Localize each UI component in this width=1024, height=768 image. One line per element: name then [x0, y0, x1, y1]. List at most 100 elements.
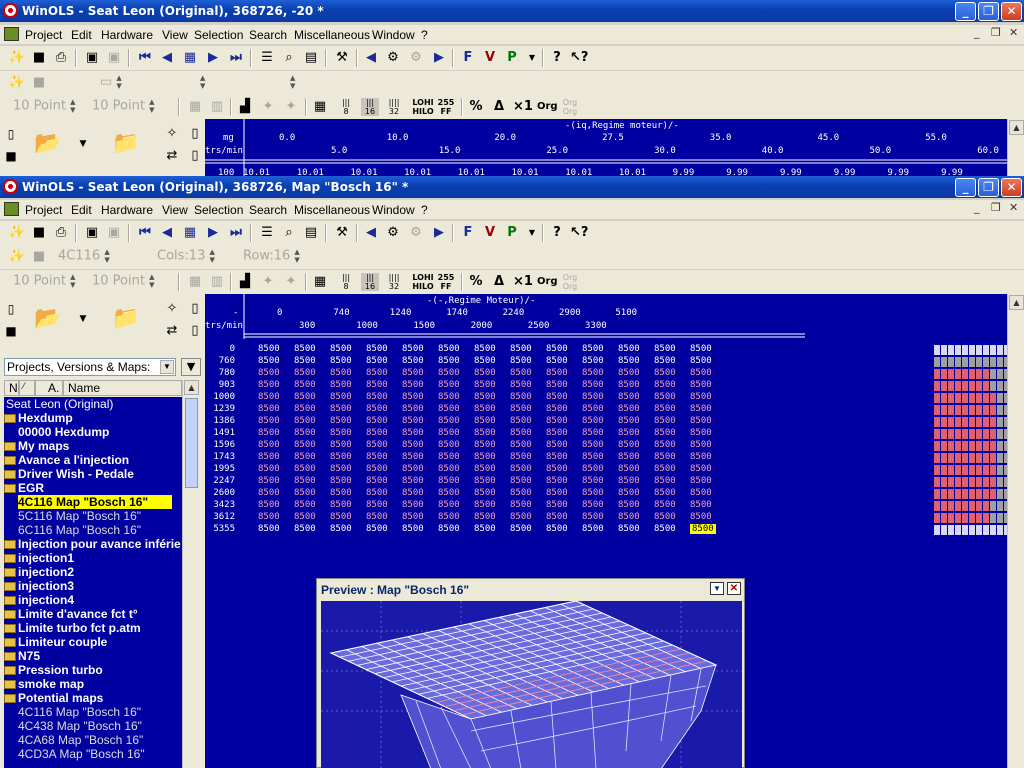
bits-8-icon-2[interactable]: ||| 8 [337, 273, 355, 291]
graph-tool2-icon[interactable]: ✦ [282, 98, 300, 116]
view-text-icon-2[interactable]: ▥ [208, 273, 226, 291]
doc-view-icon[interactable]: ▤ [302, 49, 320, 67]
mdi-restore-icon-2[interactable]: ❐ [991, 201, 1001, 214]
import-icon[interactable]: ⚙ [384, 49, 402, 67]
window1-minimize-button[interactable]: _ [955, 2, 976, 21]
paste-window-icon[interactable]: ▣ [105, 49, 123, 67]
map-scroll-up-icon[interactable]: ▲ [1009, 295, 1024, 310]
menu-search-2[interactable]: Search [249, 203, 287, 217]
preview-close-icon[interactable]: ✕ [727, 582, 741, 595]
mdi-minimize-icon[interactable]: _ [974, 26, 980, 39]
checksum-icon-2[interactable]: ▯ [186, 300, 204, 318]
p-dropdown-icon-2[interactable]: ▼ [523, 224, 541, 242]
tree-item[interactable]: 4C116 Map "Bosch 16" [18, 495, 173, 509]
menu-help[interactable]: ? [421, 28, 428, 42]
new-icon-2[interactable]: ▯ [2, 300, 20, 318]
graph-3d-icon-2[interactable]: ▟ [236, 273, 254, 291]
help-icon-2[interactable]: ? [548, 224, 566, 242]
view-text-icon[interactable]: ▥ [208, 98, 226, 116]
last-icon-2[interactable]: ⏭ [227, 224, 245, 242]
filter-dropdown-icon[interactable]: ▼ [181, 358, 201, 376]
compare-icon[interactable]: ⇄ [163, 147, 181, 165]
column-sort-icon[interactable]: ⁄ [19, 380, 35, 396]
p-dropdown-icon[interactable]: ▼ [523, 49, 541, 67]
tree-item[interactable]: smoke map [4, 677, 84, 691]
tree-scrollbar[interactable]: ▲ [182, 380, 199, 768]
bits-16-icon[interactable]: ||| 16 [361, 98, 379, 116]
window2-titlebar[interactable]: WinOLS - Seat Leon (Original), 368726, M… [0, 176, 1024, 198]
p-icon[interactable]: P [503, 49, 521, 67]
menu-miscellaneous[interactable]: Miscellaneous [294, 28, 370, 42]
tree-item[interactable]: injection4 [4, 593, 74, 607]
column-a[interactable]: A. [35, 380, 63, 396]
chip-icon-2[interactable]: ■ [30, 224, 48, 242]
menu-project-2[interactable]: Project [25, 203, 62, 217]
tree-item[interactable]: 4CA68 Map "Bosch 16" [18, 733, 143, 747]
menu-window-2[interactable]: Window [372, 203, 415, 217]
column-n[interactable]: N [4, 380, 19, 396]
mdi-minimize-icon-2[interactable]: _ [974, 201, 980, 214]
menu-view-2[interactable]: View [162, 203, 188, 217]
org-icon[interactable]: Org [537, 98, 558, 116]
tree-item[interactable]: N75 [4, 649, 40, 663]
menu-project[interactable]: Project [25, 28, 62, 42]
v-icon[interactable]: V [481, 49, 499, 67]
tree-item[interactable]: Driver Wish - Pedale [4, 467, 134, 481]
compare-icon-3[interactable]: ⇄ [163, 322, 181, 340]
next-icon-2[interactable]: ▶ [204, 224, 222, 242]
tree-item[interactable]: Hexdump [4, 411, 73, 425]
tree-item[interactable]: Limite d'avance fct t° [4, 607, 138, 621]
wizard-icon[interactable]: ✨ [8, 49, 26, 67]
lohi-icon-2[interactable]: LOHI HILO [412, 273, 434, 291]
menu-search[interactable]: Search [249, 28, 287, 42]
doc-view-icon-2[interactable]: ▤ [302, 224, 320, 242]
print-icon-2[interactable]: ⎙ [52, 224, 70, 242]
forward-icon-2[interactable]: ▶ [430, 224, 448, 242]
window1-scrollbar[interactable]: ▲ [1007, 119, 1024, 176]
project-folder-icon[interactable]: 📁 [112, 129, 139, 159]
tree-item[interactable]: 5C116 Map "Bosch 16" [18, 509, 141, 523]
menu-hardware-2[interactable]: Hardware [101, 203, 153, 217]
tree-item[interactable]: Avance a l'injection [4, 453, 129, 467]
hex-view-icon-2[interactable]: ▦ [311, 273, 329, 291]
factor-icon-2[interactable]: ×1 [513, 273, 533, 291]
menu-view[interactable]: View [162, 28, 188, 42]
v-icon-2[interactable]: V [481, 224, 499, 242]
graph-tool-icon[interactable]: ✦ [259, 98, 277, 116]
percent-icon[interactable]: % [467, 98, 485, 116]
menu-help-2[interactable]: ? [421, 203, 428, 217]
prev-icon-2[interactable]: ◀ [158, 224, 176, 242]
preview-titlebar[interactable]: Preview : Map "Bosch 16" ▼ ✕ [317, 579, 744, 599]
dropdown-arrow-icon[interactable]: ▼ [160, 360, 174, 374]
tree-item[interactable]: 4C116 Map "Bosch 16" [18, 705, 141, 719]
open-dropdown-icon[interactable]: ▼ [74, 135, 92, 153]
mdi-restore-icon[interactable]: ❐ [991, 26, 1001, 39]
bits-32-icon[interactable]: |||| 32 [385, 98, 403, 116]
tree-item[interactable]: injection2 [4, 565, 74, 579]
find-icon[interactable]: ⌕ [280, 49, 298, 67]
copy-window-icon-2[interactable]: ▣ [83, 224, 101, 242]
list-view-icon[interactable]: ☰ [258, 49, 276, 67]
project-tree[interactable]: Seat Leon (Original) Hexdump 00000 Hexdump… [4, 397, 182, 768]
window1-close-button[interactable]: ✕ [1001, 2, 1022, 21]
tree-item[interactable]: 4CD3A Map "Bosch 16" [18, 747, 145, 761]
context-help-icon-2[interactable]: ↖? [570, 224, 588, 242]
tree-item[interactable]: Limiteur couple [4, 635, 107, 649]
print-icon[interactable]: ⎙ [52, 49, 70, 67]
project-folder-icon-2[interactable]: 📁 [112, 304, 139, 334]
prev-icon[interactable]: ◀ [158, 49, 176, 67]
open-folder-icon[interactable]: 📂 [34, 129, 61, 159]
wand-icon[interactable]: ✧ [163, 125, 181, 143]
tree-item[interactable]: Pression turbo [4, 663, 103, 677]
f-icon-2[interactable]: F [459, 224, 477, 242]
tree-scroll-thumb[interactable] [185, 398, 198, 488]
menu-hardware[interactable]: Hardware [101, 28, 153, 42]
new-icon[interactable]: ▯ [2, 125, 20, 143]
next-icon[interactable]: ▶ [204, 49, 222, 67]
graph-tool-icon-2[interactable]: ✦ [259, 273, 277, 291]
font-size-spin-4[interactable]: 10 Point ▲ ▼ [92, 273, 159, 291]
mdi-close-icon-2[interactable]: ✕ [1009, 201, 1018, 214]
window2-close-button[interactable]: ✕ [1001, 178, 1022, 197]
font-size-spin-1[interactable]: 10 Point ▲ ▼ [13, 98, 80, 116]
window1-restore-button[interactable]: ❐ [978, 2, 999, 21]
